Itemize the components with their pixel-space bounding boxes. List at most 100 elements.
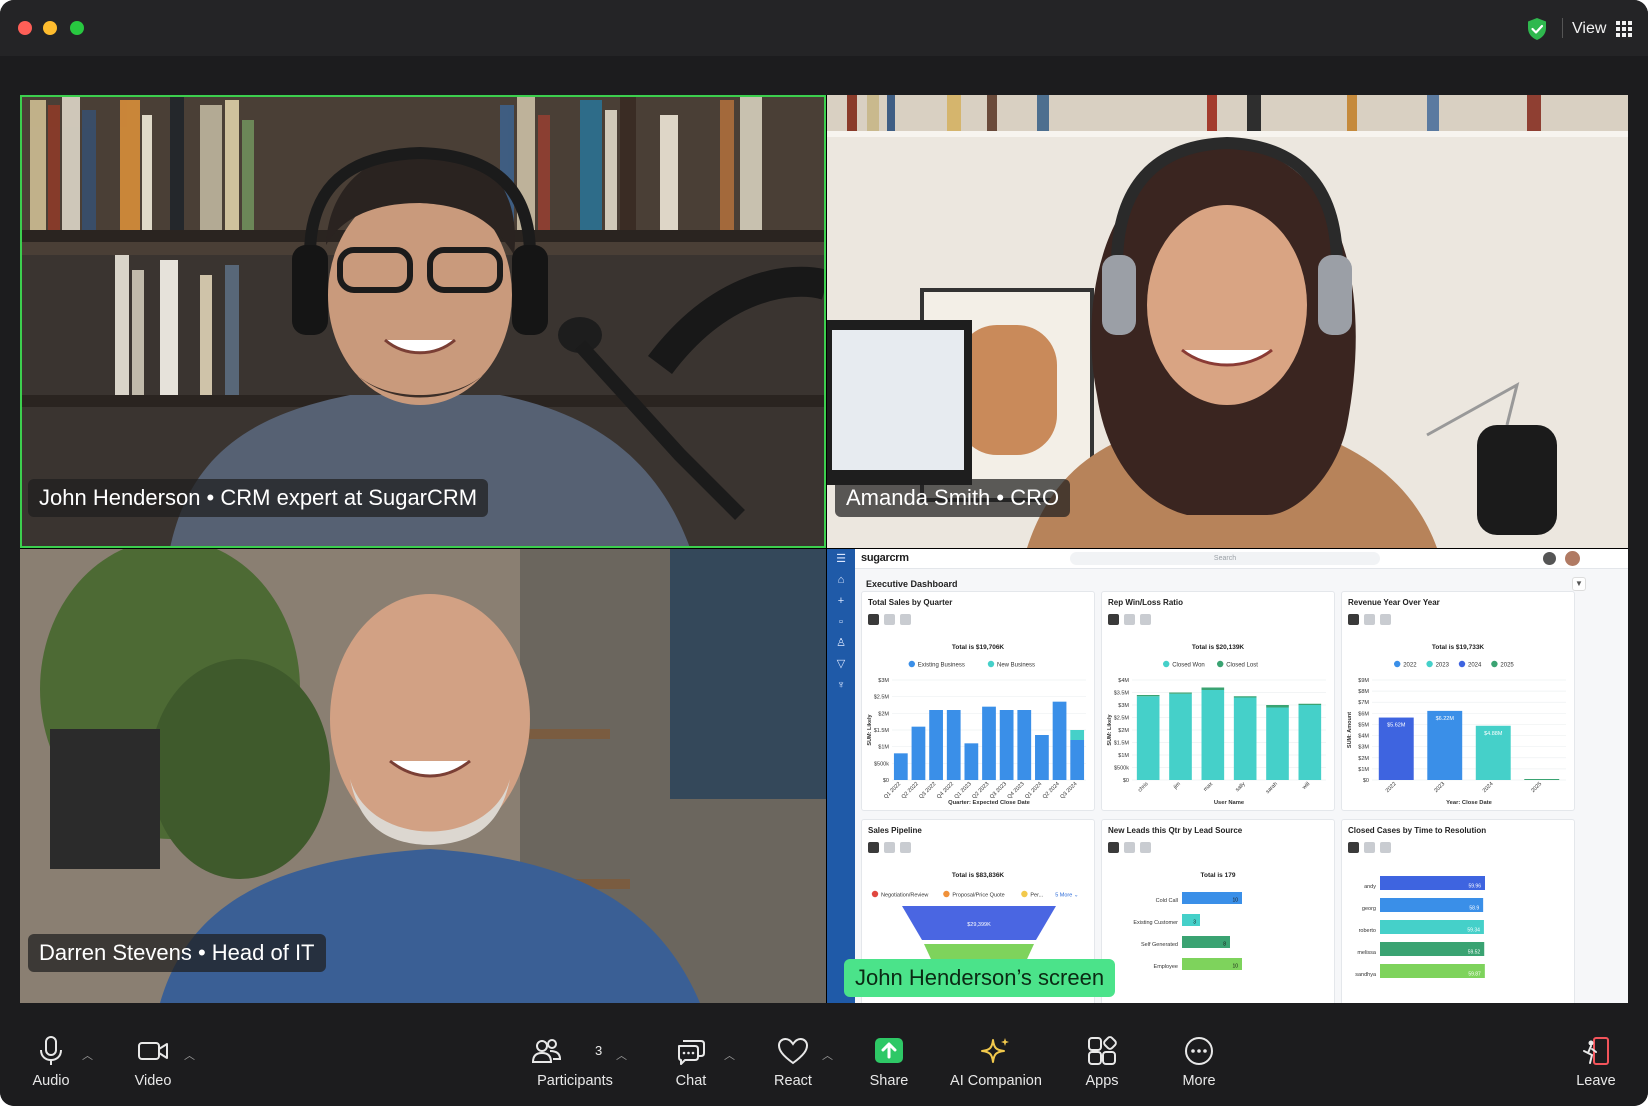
data-label: 59.96 (1468, 884, 1481, 890)
bar (964, 743, 979, 780)
participants-options-caret[interactable]: ︿ (616, 1047, 627, 1063)
leave-label: Leave (1576, 1073, 1616, 1089)
leave-button[interactable]: Leave (1572, 1035, 1620, 1089)
chat-button[interactable]: Chat (666, 1035, 716, 1089)
view-label: View (1572, 20, 1607, 37)
crm-menu-icon[interactable]: ☰ (835, 553, 847, 565)
chat-options-caret[interactable]: ︿ (724, 1047, 735, 1063)
rep-win-loss-chart: Closed Won Closed Lost $0 $500k $1M $1.5M $2M $… (1107, 660, 1326, 806)
bar (1070, 730, 1085, 740)
bar (999, 710, 1014, 780)
x-tick-label: max (1203, 781, 1215, 793)
share-button[interactable]: Share (864, 1035, 914, 1089)
bar (1017, 710, 1032, 780)
video-label: Video (134, 1073, 172, 1089)
video-options-caret[interactable]: ︿ (184, 1047, 195, 1063)
react-options-caret[interactable]: ︿ (822, 1047, 833, 1063)
crm-notification-icon[interactable] (1543, 552, 1556, 565)
view-button[interactable]: View (1572, 16, 1633, 42)
audio-options-caret[interactable]: ︿ (82, 1047, 93, 1063)
legend-swatch (1491, 660, 1498, 668)
legend-swatch (1394, 660, 1401, 668)
maximize-window-button[interactable] (70, 21, 84, 35)
dashlet-total-sales: Total Sales by Quarter Total is $19,706K… (861, 591, 1095, 811)
x-tick-label: Q2 2024 (1042, 781, 1061, 800)
y-tick-label: $500k (1114, 766, 1129, 772)
dashlet-revenue-yoy: Revenue Year Over Year Total is $19,733K… (1341, 591, 1575, 811)
meeting-controls: Audio ︿ Video ︿ Participants 3 ︿ Chat ︿ … (0, 1003, 1648, 1106)
data-label: 10 (1232, 964, 1238, 970)
close-window-button[interactable] (18, 21, 32, 35)
video-tile-john[interactable]: John Henderson • CRM expert at SugarCRM (20, 95, 826, 548)
crm-topbar: sugarcrm Search (855, 549, 1628, 569)
x-tick-label: will (1301, 781, 1311, 791)
bar (893, 753, 908, 780)
crm-home-icon[interactable]: ⌂ (835, 574, 847, 586)
crm-trophy-icon[interactable]: ♆ (835, 679, 847, 691)
legend-swatch (1426, 660, 1433, 668)
react-button[interactable]: React (768, 1035, 818, 1089)
legend-swatch (1458, 660, 1466, 668)
bar (1052, 701, 1067, 780)
x-tick-label: Q1 2022 (883, 781, 902, 800)
x-tick-label: Q2 2023 (971, 781, 990, 800)
screen-share-label: John Henderson’s screen (844, 959, 1116, 997)
encryption-shield-icon[interactable] (1524, 16, 1550, 42)
category-label: andy (1364, 884, 1376, 890)
crm-search-input[interactable]: Search (1070, 552, 1380, 565)
participant-name-label: Amanda Smith • CRO (835, 479, 1071, 517)
more-button[interactable]: More (1174, 1035, 1224, 1089)
video-tile-amanda[interactable]: Amanda Smith • CRO (827, 95, 1628, 548)
bar (946, 710, 961, 780)
bar (1136, 695, 1160, 697)
x-tick-label: Q4 2022 (936, 781, 955, 800)
bar (1136, 696, 1160, 780)
data-label: $4.88M (1484, 731, 1503, 737)
bar (1182, 914, 1200, 926)
crm-add-icon[interactable]: + (835, 595, 847, 607)
legend-label: Negotiation/Review (881, 892, 928, 898)
legend-swatch (943, 890, 950, 898)
x-tick-label: 2023 (1433, 781, 1446, 794)
chat-icon (678, 1040, 705, 1065)
data-label: 10 (1232, 898, 1238, 904)
data-label: 59.87 (1468, 972, 1481, 978)
video-button[interactable]: Video (130, 1035, 176, 1089)
data-label: 59.34 (1467, 928, 1480, 934)
x-tick-label: chris (1137, 781, 1150, 794)
crm-contacts-icon[interactable]: ♙ (835, 637, 847, 649)
crm-filter-icon[interactable]: ▽ (835, 658, 847, 670)
data-label: $5.62M (1387, 723, 1406, 729)
crm-logo: sugarcrm (861, 552, 909, 564)
crm-avatar[interactable] (1565, 551, 1580, 566)
video-stage: John Henderson • CRM expert at SugarCRM (20, 95, 1628, 1003)
bar (1169, 693, 1192, 780)
participants-button[interactable]: Participants (530, 1035, 620, 1089)
data-label: 59.52 (1468, 950, 1481, 956)
ai-companion-button[interactable]: AI Companion (946, 1035, 1046, 1089)
minimize-window-button[interactable] (43, 21, 57, 35)
apps-button[interactable]: Apps (1076, 1035, 1128, 1089)
y-tick-label: $2.5M (1114, 716, 1130, 722)
video-tile-darren[interactable]: Darren Stevens • Head of IT (20, 549, 826, 1003)
screen-share-tile[interactable]: ☰ ⌂ + ▫ ♙ ▽ ♆ sugarcrm Search Executive … (827, 549, 1628, 1003)
crm-dashboard-filter-icon[interactable]: ▼ (1572, 577, 1586, 591)
y-tick-label: $3.5M (1114, 691, 1130, 697)
x-tick-label: Q3 2024 (1059, 781, 1078, 800)
video-camera-icon (138, 1042, 168, 1060)
bar (1201, 690, 1225, 780)
crm-calendar-icon[interactable]: ▫ (835, 616, 847, 628)
legend-label: 2023 (1436, 662, 1450, 668)
x-tick-label: Q1 2024 (1024, 781, 1043, 800)
y-axis-label: SUM: Likely (1107, 713, 1113, 745)
audio-button[interactable]: Audio (28, 1035, 74, 1089)
microphone-icon (40, 1036, 62, 1065)
dashlet-new-leads: New Leads this Qtr by Lead Source Total … (1101, 819, 1335, 1003)
dashlet-closed-cases: Closed Cases by Time to Resolution andy 5… (1341, 819, 1575, 1003)
legend-swatch (1163, 660, 1170, 668)
react-label: React (774, 1073, 812, 1089)
y-tick-label: $2M (1118, 728, 1129, 734)
data-label: 8 (1223, 942, 1226, 948)
category-label: melissa (1357, 950, 1377, 956)
bar (1298, 705, 1322, 780)
